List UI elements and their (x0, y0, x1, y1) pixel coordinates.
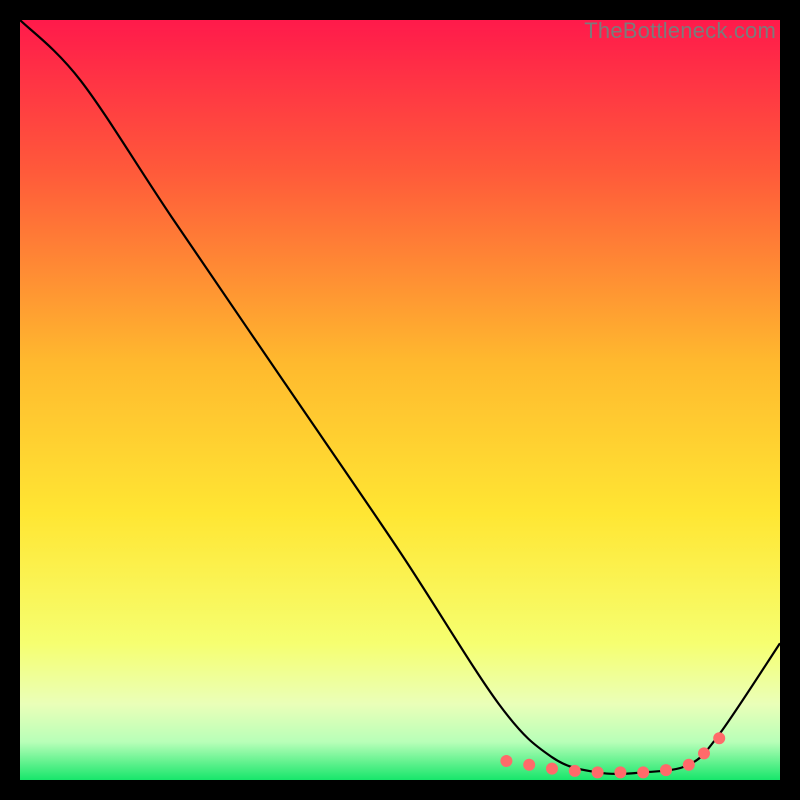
highlight-dot (569, 765, 581, 777)
chart-svg (20, 20, 780, 780)
gradient-background (20, 20, 780, 780)
highlight-dot (637, 766, 649, 778)
highlight-dot (523, 759, 535, 771)
highlight-dot (713, 732, 725, 744)
highlight-dot (546, 763, 558, 775)
highlight-dot (592, 766, 604, 778)
chart-frame: TheBottleneck.com (20, 20, 780, 780)
highlight-dot (500, 755, 512, 767)
watermark-text: TheBottleneck.com (584, 18, 776, 44)
highlight-dot (660, 764, 672, 776)
highlight-dot (614, 766, 626, 778)
highlight-dot (683, 759, 695, 771)
highlight-dot (698, 747, 710, 759)
